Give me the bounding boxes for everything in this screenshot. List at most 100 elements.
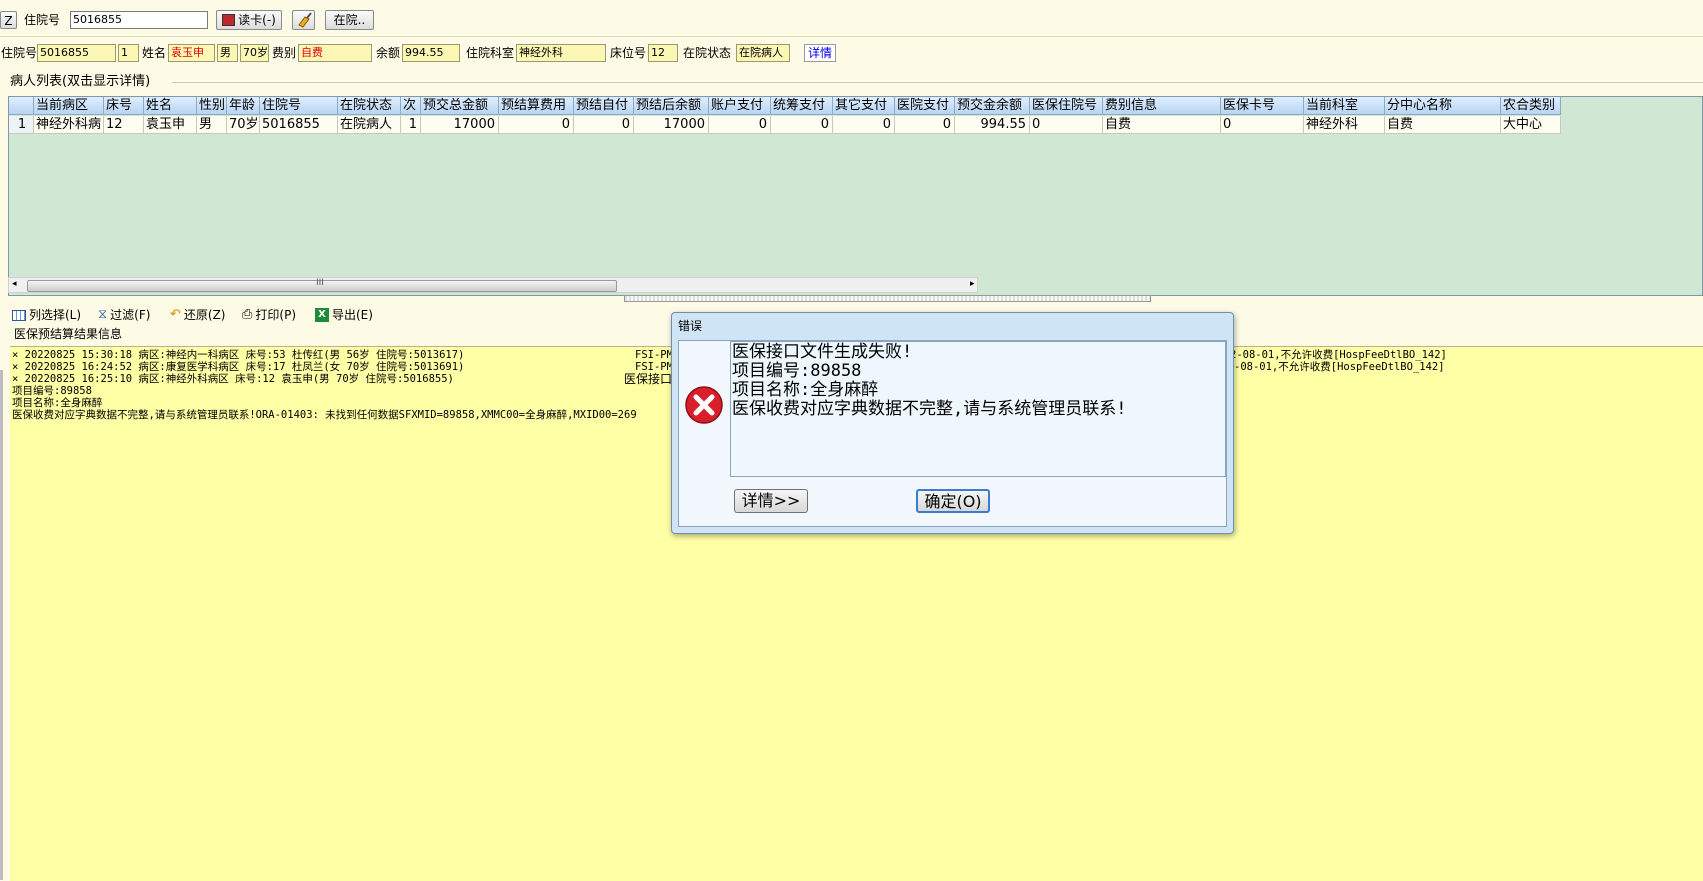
column-header[interactable]: 费别信息: [1103, 97, 1221, 115]
table-cell[interactable]: 自费: [1385, 116, 1501, 134]
z-button[interactable]: Z: [0, 11, 17, 29]
table-cell[interactable]: 大中心: [1501, 116, 1561, 134]
horizontal-scrollbar[interactable]: ◂ III ▸: [8, 277, 978, 293]
restore-button[interactable]: ↶ 还原(Z): [170, 307, 226, 323]
print-label: 打印(P): [255, 308, 297, 322]
table-cell[interactable]: 12: [104, 116, 144, 134]
column-header[interactable]: 农合类别: [1501, 97, 1561, 115]
read-card-label: 读卡(-): [238, 13, 276, 27]
scrollbar-thumb[interactable]: III: [27, 278, 617, 292]
column-header[interactable]: 当前病区: [34, 97, 104, 115]
column-header[interactable]: 性别: [197, 97, 227, 115]
error-x-icon: [685, 386, 723, 424]
column-header[interactable]: 床号: [104, 97, 144, 115]
table-cell[interactable]: 神经外科: [1304, 116, 1385, 134]
dialog-title: 错误: [678, 319, 703, 333]
table-cell[interactable]: 神经外科病: [34, 116, 104, 134]
export-button[interactable]: X 导出(E): [315, 307, 373, 323]
excel-export-icon: X: [315, 308, 329, 322]
card-reader-icon: [222, 14, 236, 26]
status-field: 在院病人: [736, 44, 790, 62]
table-cell[interactable]: 70岁: [227, 116, 260, 134]
print-button[interactable]: ⎙ 打印(P): [242, 307, 296, 323]
table-cell[interactable]: 自费: [1103, 116, 1221, 134]
column-header[interactable]: 账户支付: [709, 97, 771, 115]
table-cell[interactable]: 0: [771, 116, 833, 134]
column-header[interactable]: 在院状态: [338, 97, 401, 115]
table-cell[interactable]: 0: [895, 116, 955, 134]
patient-list-rule: [172, 82, 1703, 83]
table-cell[interactable]: 在院病人: [338, 116, 401, 134]
bed-label: 床位号: [610, 46, 647, 60]
column-header[interactable]: 预结算费用: [499, 97, 574, 115]
log-line: 项目名称:全身麻醉: [12, 397, 103, 409]
column-header[interactable]: 当前科室: [1304, 97, 1385, 115]
column-header[interactable]: 年龄: [227, 97, 260, 115]
column-select-button[interactable]: 列选择(L): [12, 307, 81, 323]
column-header[interactable]: 其它支付: [833, 97, 895, 115]
patient-grid[interactable]: 当前病区 床号 姓名 性别 年龄 住院号 在院状态次预交总金额 预结算费用 预结自付 预结后余额账…: [8, 96, 1703, 296]
message-line: 医保接口文件生成失败!: [732, 342, 913, 362]
column-header[interactable]: 统筹支付: [771, 97, 833, 115]
table-cell[interactable]: 0: [833, 116, 895, 134]
details-button[interactable]: 详情>>: [734, 489, 808, 513]
log-fragment: 2-08-01,不允许收费[HospFeeDtlBO_142]: [1230, 349, 1447, 361]
column-header[interactable]: 医保住院号: [1030, 97, 1103, 115]
table-cell[interactable]: 994.55: [955, 116, 1030, 134]
table-cell[interactable]: 1: [401, 116, 421, 134]
detail-link[interactable]: 详情: [804, 44, 837, 62]
table-cell[interactable]: 17000: [634, 116, 709, 134]
admission-search-input[interactable]: 5016855: [70, 11, 208, 29]
admission-label: 住院号: [24, 13, 61, 27]
read-card-button[interactable]: 读卡(-): [216, 10, 282, 30]
patient-name-label: 姓名: [142, 46, 167, 60]
printer-icon: ⎙: [242, 307, 253, 322]
table-row[interactable]: 1 神经外科病 12 袁玉申男 70岁 5016855 在院病人 1 17000 0 0 17000 0…: [9, 116, 1561, 134]
filter-button[interactable]: ⧖ 过滤(F): [98, 307, 150, 323]
table-cell[interactable]: 5016855: [260, 116, 338, 134]
table-cell[interactable]: 0: [1221, 116, 1304, 134]
scroll-left-icon[interactable]: ◂: [12, 279, 17, 289]
message-line: 项目编号:89858: [732, 361, 862, 381]
column-header[interactable]: 预交总金额: [421, 97, 499, 115]
fee-type-label: 费别: [272, 46, 297, 60]
column-header[interactable]: 预结后余额: [634, 97, 709, 115]
log-line: 项目编号:89858: [12, 385, 92, 397]
table-cell[interactable]: 0: [574, 116, 634, 134]
column-header[interactable]: 姓名: [144, 97, 197, 115]
log-line: 医保收费对应字典数据不完整,请与系统管理员联系!ORA-01403: 未找到任何…: [12, 409, 637, 421]
table-cell[interactable]: 17000: [421, 116, 499, 134]
department-label: 住院科室: [466, 46, 515, 60]
table-cell[interactable]: 0: [1030, 116, 1103, 134]
in-hospital-button[interactable]: 在院..: [325, 10, 374, 30]
table-cell[interactable]: 袁玉申: [144, 116, 197, 134]
ok-button[interactable]: 确定(O): [916, 489, 990, 513]
column-header[interactable]: 预交金余额: [955, 97, 1030, 115]
message-line: 医保收费对应字典数据不完整,请与系统管理员联系!: [732, 399, 1127, 419]
status-label: 在院状态: [683, 46, 732, 60]
scroll-right-icon[interactable]: ▸: [970, 279, 975, 289]
column-header[interactable]: 住院号: [260, 97, 338, 115]
column-header[interactable]: 分中心名称: [1385, 97, 1501, 115]
table-cell[interactable]: 1: [9, 116, 34, 134]
column-header[interactable]: 医院支付: [895, 97, 955, 115]
export-label: 导出(E): [332, 308, 373, 322]
column-header[interactable]: 医保卡号: [1221, 97, 1304, 115]
bed-field: 12: [648, 44, 678, 62]
log-line[interactable]: × 20220825 15:30:18 病区:神经内一科病区 床号:53 杜传红…: [12, 349, 464, 361]
fee-type-field: 自费: [298, 44, 372, 62]
clear-button[interactable]: [292, 10, 315, 30]
column-header[interactable]: 次: [401, 97, 421, 115]
log-line[interactable]: × 20220825 16:24:52 病区:康复医学科病区 床号:17 杜凤兰…: [12, 361, 464, 373]
splitter-bar[interactable]: [624, 295, 1151, 302]
column-header[interactable]: [9, 97, 34, 115]
patient-gender-field: 男: [217, 44, 238, 62]
log-fragment: 医保接口: [624, 372, 673, 386]
table-cell[interactable]: 男: [197, 116, 227, 134]
column-header[interactable]: 预结自付: [574, 97, 634, 115]
department-field: 神经外科: [516, 44, 606, 62]
table-cell[interactable]: 0: [499, 116, 574, 134]
log-line[interactable]: × 20220825 16:25:10 病区:神经外科病区 床号:12 袁玉申(…: [12, 373, 454, 385]
table-cell[interactable]: 0: [709, 116, 771, 134]
patient-age-field: 70岁: [240, 44, 269, 62]
